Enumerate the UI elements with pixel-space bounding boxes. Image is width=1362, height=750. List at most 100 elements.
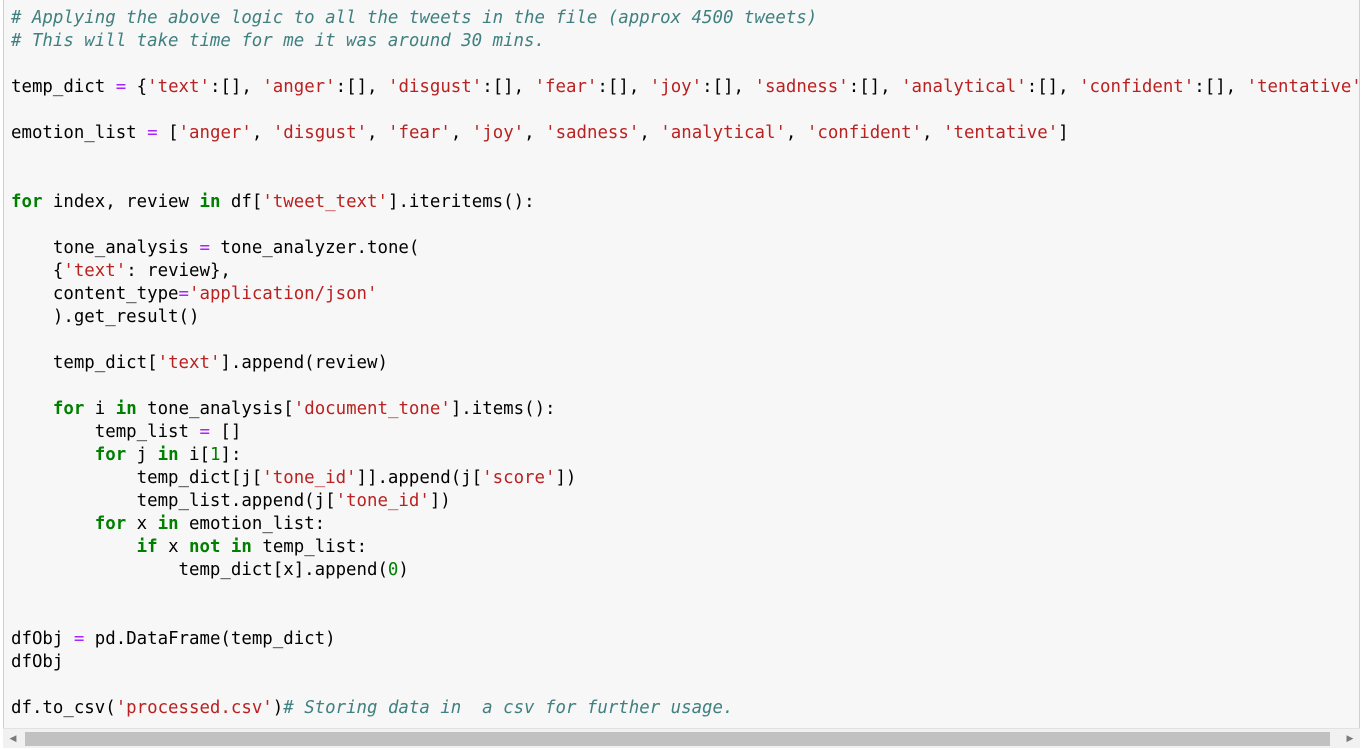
- code-line: if x not in temp_list:: [11, 536, 1359, 559]
- code-string: 'fear': [534, 77, 598, 97]
- code-text: [: [157, 123, 179, 143]
- code-keyword: not: [189, 537, 221, 557]
- code-operator: =: [178, 284, 190, 304]
- code-line: temp_dict[j['tone_id']].append(j['score'…: [11, 467, 1359, 490]
- code-string: 'tone_id': [335, 491, 430, 511]
- code-text: temp_list: [11, 422, 200, 442]
- code-number: 1: [209, 445, 221, 465]
- code-string: 'tone_id': [262, 468, 357, 488]
- code-keyword: for: [52, 399, 85, 419]
- code-keyword: in: [157, 445, 179, 465]
- code-string: 'tweet_text': [262, 192, 388, 212]
- scroll-right-icon[interactable]: ▶: [1340, 729, 1360, 749]
- code-text: dfObj: [11, 652, 64, 672]
- code-editor[interactable]: # Applying the above logic to all the tw…: [11, 7, 1359, 720]
- code-text: df[: [220, 192, 263, 212]
- code-line: temp_list = []: [11, 421, 1359, 444]
- code-string: 'fear': [388, 123, 451, 143]
- code-operator: =: [115, 77, 127, 97]
- code-text: :[],: [1194, 77, 1247, 97]
- code-text: ).get_result(): [11, 307, 200, 327]
- scrollbar-thumb[interactable]: [25, 732, 1330, 746]
- code-text: :[],: [335, 77, 388, 97]
- code-text: x: [126, 514, 158, 534]
- code-text: ].items():: [450, 399, 556, 419]
- code-text: {: [126, 77, 148, 97]
- code-operator: =: [73, 629, 85, 649]
- code-number: 0: [387, 560, 399, 580]
- code-text: ,: [524, 123, 546, 143]
- code-text: tone_analyzer.tone(: [209, 238, 420, 258]
- code-text: ,: [251, 123, 273, 143]
- code-comment: # This will take time for me it was arou…: [11, 31, 545, 51]
- code-line: emotion_list = ['anger', 'disgust', 'fea…: [11, 122, 1359, 145]
- code-string: 'analytical': [660, 123, 786, 143]
- code-keyword: in: [157, 514, 179, 534]
- code-line: ).get_result(): [11, 306, 1359, 329]
- code-text: []: [209, 422, 242, 442]
- code-line: dfObj = pd.DataFrame(temp_dict): [11, 628, 1359, 651]
- code-text: {: [11, 261, 64, 281]
- code-string: 'joy': [471, 123, 525, 143]
- code-line: for i in tone_analysis['document_tone'].…: [11, 398, 1359, 421]
- code-text: :[],: [209, 77, 263, 97]
- code-keyword: in: [115, 399, 137, 419]
- code-text: pd.DataFrame(temp_dict): [84, 629, 336, 649]
- code-string: 'application/json': [189, 284, 378, 304]
- code-keyword: for: [94, 514, 127, 534]
- code-line: temp_list.append(j['tone_id']): [11, 490, 1359, 513]
- code-line: # This will take time for me it was arou…: [11, 30, 1359, 53]
- code-string: 'text': [157, 353, 221, 373]
- code-keyword: in: [199, 192, 221, 212]
- scroll-left-icon[interactable]: ◀: [3, 729, 23, 749]
- code-text: temp_dict[j[: [11, 468, 263, 488]
- code-text: tone_analysis: [11, 238, 200, 258]
- code-string: 'tentative': [943, 123, 1059, 143]
- code-string: 'anger': [262, 77, 336, 97]
- code-text: ): [272, 698, 284, 718]
- code-line: temp_dict = {'text':[], 'anger':[], 'dis…: [11, 76, 1359, 99]
- code-line: for x in emotion_list:: [11, 513, 1359, 536]
- code-comment: # Applying the above logic to all the tw…: [11, 8, 818, 28]
- code-text: :[],: [1026, 77, 1080, 97]
- code-keyword: if: [136, 537, 158, 557]
- code-line: temp_dict['text'].append(review): [11, 352, 1359, 375]
- code-comment: # Storing data in a csv for further usag…: [283, 698, 734, 718]
- code-line: # Applying the above logic to all the tw…: [11, 7, 1359, 30]
- code-keyword: for: [11, 192, 43, 212]
- code-text: ]: [1058, 123, 1069, 143]
- code-text: ,: [367, 123, 388, 143]
- code-text: emotion_list:: [178, 514, 326, 534]
- code-text: temp_list.append(j[: [11, 491, 336, 511]
- code-text: ].iteritems():: [387, 192, 535, 212]
- code-text: :[],: [848, 77, 902, 97]
- code-operator: =: [199, 422, 210, 442]
- code-string: 'joy': [649, 77, 703, 97]
- code-keyword: for: [94, 445, 127, 465]
- code-string: 'score': [482, 468, 556, 488]
- code-string: 'document_tone': [293, 399, 451, 419]
- code-text: df.to_csv(: [11, 698, 116, 718]
- code-text: temp_list:: [251, 537, 368, 557]
- code-text: i: [84, 399, 116, 419]
- code-line: for index, review in df['tweet_text'].it…: [11, 191, 1359, 214]
- code-text: :[],: [702, 77, 755, 97]
- code-text: temp_dict: [11, 77, 116, 97]
- code-string: 'processed.csv': [115, 698, 273, 718]
- code-line: {'text': review},: [11, 260, 1359, 283]
- code-line: for j in i[1]:: [11, 444, 1359, 467]
- code-cell[interactable]: # Applying the above logic to all the tw…: [3, 0, 1360, 748]
- code-text: emotion_list: [11, 123, 148, 143]
- code-string: 'confident': [1079, 77, 1195, 97]
- horizontal-scrollbar[interactable]: ◀ ▶: [3, 728, 1360, 748]
